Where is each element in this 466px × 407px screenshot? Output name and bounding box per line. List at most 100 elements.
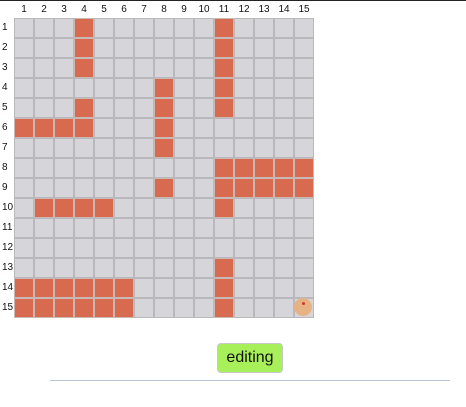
empty-cell[interactable]	[134, 238, 154, 258]
wall-cell[interactable]	[294, 178, 314, 198]
empty-cell[interactable]	[194, 118, 214, 138]
empty-cell[interactable]	[194, 198, 214, 218]
empty-cell[interactable]	[74, 138, 94, 158]
empty-cell[interactable]	[14, 178, 34, 198]
empty-cell[interactable]	[214, 118, 234, 138]
wall-cell[interactable]	[34, 118, 54, 138]
empty-cell[interactable]	[54, 258, 74, 278]
empty-cell[interactable]	[234, 278, 254, 298]
empty-cell[interactable]	[254, 38, 274, 58]
empty-cell[interactable]	[294, 278, 314, 298]
empty-cell[interactable]	[194, 38, 214, 58]
wall-cell[interactable]	[14, 118, 34, 138]
wall-cell[interactable]	[94, 278, 114, 298]
wall-cell[interactable]	[274, 158, 294, 178]
wall-cell[interactable]	[74, 98, 94, 118]
wall-cell[interactable]	[214, 78, 234, 98]
empty-cell[interactable]	[134, 218, 154, 238]
empty-cell[interactable]	[134, 178, 154, 198]
empty-cell[interactable]	[174, 258, 194, 278]
wall-cell[interactable]	[214, 158, 234, 178]
empty-cell[interactable]	[234, 78, 254, 98]
empty-cell[interactable]	[34, 58, 54, 78]
empty-cell[interactable]	[134, 38, 154, 58]
empty-cell[interactable]	[34, 158, 54, 178]
empty-cell[interactable]	[54, 38, 74, 58]
empty-cell[interactable]	[14, 218, 34, 238]
empty-cell[interactable]	[214, 218, 234, 238]
empty-cell[interactable]	[254, 258, 274, 278]
wall-cell[interactable]	[54, 118, 74, 138]
empty-cell[interactable]	[34, 238, 54, 258]
empty-cell[interactable]	[254, 58, 274, 78]
empty-cell[interactable]	[234, 58, 254, 78]
empty-cell[interactable]	[134, 18, 154, 38]
wall-cell[interactable]	[74, 38, 94, 58]
wall-cell[interactable]	[214, 58, 234, 78]
empty-cell[interactable]	[254, 238, 274, 258]
empty-cell[interactable]	[234, 18, 254, 38]
empty-cell[interactable]	[34, 218, 54, 238]
empty-cell[interactable]	[194, 178, 214, 198]
empty-cell[interactable]	[294, 258, 314, 278]
wall-cell[interactable]	[54, 198, 74, 218]
empty-cell[interactable]	[154, 238, 174, 258]
empty-cell[interactable]	[294, 78, 314, 98]
wall-cell[interactable]	[254, 158, 274, 178]
game-board[interactable]	[14, 18, 314, 318]
empty-cell[interactable]	[154, 258, 174, 278]
empty-cell[interactable]	[174, 238, 194, 258]
empty-cell[interactable]	[54, 18, 74, 38]
empty-cell[interactable]	[274, 138, 294, 158]
empty-cell[interactable]	[194, 158, 214, 178]
wall-cell[interactable]	[14, 298, 34, 318]
wall-cell[interactable]	[214, 198, 234, 218]
empty-cell[interactable]	[94, 38, 114, 58]
empty-cell[interactable]	[234, 218, 254, 238]
empty-cell[interactable]	[194, 98, 214, 118]
empty-cell[interactable]	[254, 78, 274, 98]
empty-cell[interactable]	[114, 158, 134, 178]
empty-cell[interactable]	[174, 18, 194, 38]
empty-cell[interactable]	[154, 218, 174, 238]
empty-cell[interactable]	[14, 98, 34, 118]
empty-cell[interactable]	[74, 238, 94, 258]
empty-cell[interactable]	[234, 298, 254, 318]
empty-cell[interactable]	[34, 18, 54, 38]
empty-cell[interactable]	[214, 238, 234, 258]
empty-cell[interactable]	[154, 158, 174, 178]
wall-cell[interactable]	[74, 18, 94, 38]
wall-cell[interactable]	[214, 258, 234, 278]
empty-cell[interactable]	[94, 118, 114, 138]
empty-cell[interactable]	[174, 138, 194, 158]
wall-cell[interactable]	[114, 298, 134, 318]
empty-cell[interactable]	[194, 138, 214, 158]
empty-cell[interactable]	[234, 198, 254, 218]
empty-cell[interactable]	[134, 298, 154, 318]
empty-cell[interactable]	[134, 78, 154, 98]
empty-cell[interactable]	[214, 138, 234, 158]
empty-cell[interactable]	[154, 18, 174, 38]
empty-cell[interactable]	[54, 138, 74, 158]
empty-cell[interactable]	[274, 238, 294, 258]
wall-cell[interactable]	[214, 38, 234, 58]
empty-cell[interactable]	[14, 58, 34, 78]
wall-cell[interactable]	[214, 298, 234, 318]
empty-cell[interactable]	[94, 238, 114, 258]
empty-cell[interactable]	[254, 278, 274, 298]
empty-cell[interactable]	[94, 78, 114, 98]
empty-cell[interactable]	[94, 158, 114, 178]
empty-cell[interactable]	[294, 38, 314, 58]
empty-cell[interactable]	[174, 38, 194, 58]
empty-cell[interactable]	[114, 98, 134, 118]
empty-cell[interactable]	[134, 118, 154, 138]
empty-cell[interactable]	[54, 158, 74, 178]
empty-cell[interactable]	[14, 238, 34, 258]
empty-cell[interactable]	[94, 18, 114, 38]
empty-cell[interactable]	[114, 18, 134, 38]
empty-cell[interactable]	[174, 98, 194, 118]
empty-cell[interactable]	[114, 118, 134, 138]
empty-cell[interactable]	[194, 298, 214, 318]
empty-cell[interactable]	[274, 98, 294, 118]
empty-cell[interactable]	[254, 138, 274, 158]
